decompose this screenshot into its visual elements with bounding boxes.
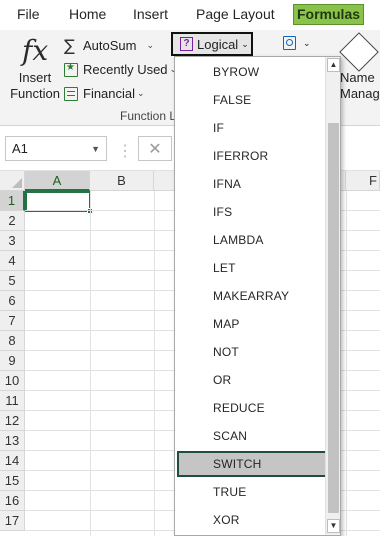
- select-all-corner[interactable]: [0, 171, 25, 191]
- scroll-down-icon[interactable]: ▼: [327, 519, 340, 533]
- insert-function-label-line1: Insert: [18, 70, 52, 85]
- autosum-button[interactable]: ∑ AutoSum ⌄: [64, 35, 155, 55]
- function-item-or[interactable]: OR: [177, 367, 327, 393]
- grid-column-line: [154, 191, 155, 536]
- row-header[interactable]: 10: [0, 371, 25, 391]
- financial-button[interactable]: Financial ⌄: [64, 86, 145, 101]
- name-manager-button[interactable]: Name Manager: [340, 70, 380, 102]
- logical-icon: ?: [180, 37, 193, 51]
- tab-insert[interactable]: Insert: [133, 6, 168, 22]
- financial-label: Financial: [83, 86, 136, 101]
- scrollbar-thumb[interactable]: [328, 123, 339, 513]
- recently-used-button[interactable]: Recently Used ⌄: [64, 62, 177, 77]
- chevron-down-icon: ⌄: [241, 38, 249, 49]
- grid-column-line: [90, 191, 91, 536]
- lookup-icon: [283, 36, 296, 50]
- tab-home[interactable]: Home: [69, 6, 106, 22]
- row-header[interactable]: 9: [0, 351, 25, 371]
- financial-icon: [64, 86, 78, 101]
- row-header[interactable]: 6: [0, 291, 25, 311]
- chevron-down-icon: ⌄: [137, 88, 145, 98]
- row-header[interactable]: 17: [0, 511, 25, 531]
- row-header[interactable]: 7: [0, 311, 25, 331]
- name-box[interactable]: A1 ▼: [5, 136, 107, 161]
- function-item-reduce[interactable]: REDUCE: [177, 395, 327, 421]
- row-header[interactable]: 2: [0, 211, 25, 231]
- function-item-scan[interactable]: SCAN: [177, 423, 327, 449]
- function-item-byrow[interactable]: BYROW: [177, 59, 327, 85]
- row-header[interactable]: 12: [0, 411, 25, 431]
- row-header[interactable]: 16: [0, 491, 25, 511]
- row-header[interactable]: 15: [0, 471, 25, 491]
- tab-page-layout[interactable]: Page Layout: [196, 6, 275, 22]
- function-item-ifna[interactable]: IFNA: [177, 171, 327, 197]
- column-header-a[interactable]: A: [25, 171, 90, 191]
- insert-function-icon: fx: [22, 34, 49, 67]
- function-item-true[interactable]: TRUE: [177, 479, 327, 505]
- name-manager-label-line1: Name: [340, 70, 375, 85]
- insert-function-label-line2: Function: [10, 86, 60, 101]
- column-header-b[interactable]: B: [90, 171, 154, 191]
- menu-bar: File Home Insert Page Layout Formulas: [0, 0, 380, 30]
- scroll-up-icon[interactable]: ▲: [327, 58, 340, 72]
- chevron-down-icon: ⌄: [146, 40, 155, 50]
- formula-bar-grip: ⋮: [117, 143, 133, 160]
- tab-formulas[interactable]: Formulas: [293, 4, 365, 25]
- logical-button[interactable]: ? Logical ⌄: [171, 32, 253, 56]
- lookup-reference-button[interactable]: ⌄: [283, 36, 311, 50]
- recently-used-icon: [64, 62, 78, 77]
- cancel-icon[interactable]: ✕: [138, 136, 172, 161]
- function-item-xor[interactable]: XOR: [177, 507, 327, 533]
- recently-used-label: Recently Used: [83, 62, 168, 77]
- column-header-f[interactable]: F: [346, 171, 380, 191]
- row-header[interactable]: 14: [0, 451, 25, 471]
- sigma-icon: ∑: [64, 35, 75, 55]
- name-manager-icon: [339, 32, 379, 72]
- row-header[interactable]: 4: [0, 251, 25, 271]
- name-box-value: A1: [12, 141, 28, 156]
- function-item-iferror[interactable]: IFERROR: [177, 143, 327, 169]
- grid-column-line: [346, 191, 347, 536]
- tab-file[interactable]: File: [17, 6, 40, 22]
- function-item-if[interactable]: IF: [177, 115, 327, 141]
- function-item-makearray[interactable]: MAKEARRAY: [177, 283, 327, 309]
- dropdown-scrollbar[interactable]: ▲ ▼: [325, 57, 340, 535]
- row-header[interactable]: 1: [0, 191, 25, 211]
- function-item-switch[interactable]: SWITCH: [177, 451, 327, 477]
- row-header[interactable]: 3: [0, 231, 25, 251]
- logical-label: Logical: [197, 36, 239, 52]
- function-item-not[interactable]: NOT: [177, 339, 327, 365]
- function-item-let[interactable]: LET: [177, 255, 327, 281]
- row-header[interactable]: 11: [0, 391, 25, 411]
- name-manager-label-line2: Manager: [340, 86, 380, 101]
- active-cell[interactable]: [25, 191, 91, 212]
- function-item-map[interactable]: MAP: [177, 311, 327, 337]
- chevron-down-icon: ▼: [91, 144, 100, 154]
- logical-functions-dropdown: BYROW FALSE IF IFERROR IFNA IFS LAMBDA LET MAKEA…: [174, 56, 341, 536]
- function-item-false[interactable]: FALSE: [177, 87, 327, 113]
- row-header[interactable]: 5: [0, 271, 25, 291]
- row-header[interactable]: 8: [0, 331, 25, 351]
- function-item-ifs[interactable]: IFS: [177, 199, 327, 225]
- autosum-label: AutoSum: [83, 38, 137, 53]
- chevron-down-icon: ⌄: [303, 37, 311, 48]
- row-header[interactable]: 13: [0, 431, 25, 451]
- function-item-lambda[interactable]: LAMBDA: [177, 227, 327, 253]
